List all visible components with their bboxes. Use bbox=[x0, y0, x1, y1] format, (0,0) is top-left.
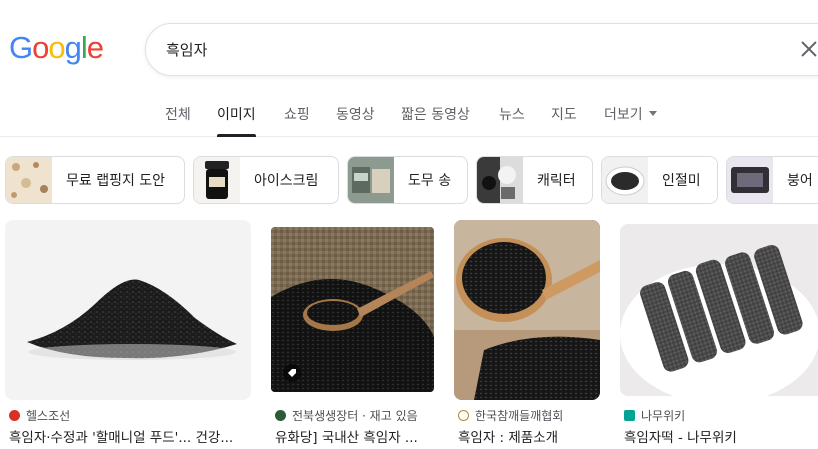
search-bar bbox=[145, 23, 818, 76]
chip-label: 붕어 bbox=[787, 173, 813, 189]
namuwiki-icon bbox=[624, 410, 635, 421]
chip-bungeo[interactable]: 붕어 bbox=[726, 156, 818, 204]
chip-injeolmi[interactable]: 인절미 bbox=[601, 156, 718, 204]
tab-shopping[interactable]: 쇼핑 bbox=[284, 104, 310, 137]
result-title[interactable]: 흑임자·수정과 '할매니얼 푸드'... 건강... bbox=[9, 426, 251, 446]
result-title[interactable]: 흑임자떡 - 나무위키 bbox=[624, 426, 818, 446]
logo-letter-o1: o bbox=[32, 30, 49, 65]
source-label: 전북생생장터 · 재고 있음 bbox=[292, 409, 418, 423]
tab-maps[interactable]: 지도 bbox=[551, 104, 577, 137]
tab-images[interactable]: 이미지 bbox=[217, 104, 256, 137]
tab-videos[interactable]: 동영상 bbox=[336, 104, 375, 137]
source-label: 한국참깨들깨협회 bbox=[475, 409, 564, 423]
chip-character[interactable]: 캐릭터 bbox=[476, 156, 593, 204]
chip-ice-cream[interactable]: 아이스크림 bbox=[193, 156, 339, 204]
result-source: 한국참깨들깨협회 bbox=[458, 407, 563, 424]
chip-label: 무료 랩핑지 도안 bbox=[66, 173, 166, 189]
chip-wrapping-paper[interactable]: 무료 랩핑지 도안 bbox=[5, 156, 185, 204]
result-image-heukimja-tteok[interactable] bbox=[620, 224, 818, 396]
logo-letter-g: G bbox=[9, 30, 33, 65]
logo-letter-g2: g bbox=[64, 30, 82, 65]
chip-thumb-injeolmi bbox=[602, 157, 648, 203]
chip-thumb-bungeo bbox=[727, 157, 773, 203]
result-title[interactable]: 흑임자 : 제품소개 bbox=[458, 426, 600, 446]
chip-thumb-packages bbox=[348, 157, 394, 203]
source-label: 나무위키 bbox=[641, 409, 686, 423]
google-logo[interactable]: Google bbox=[9, 28, 104, 68]
result-source: 나무위키 bbox=[624, 407, 685, 424]
tab-news[interactable]: 뉴스 bbox=[499, 104, 525, 137]
tab-short-videos[interactable]: 짧은 동영상 bbox=[401, 104, 470, 137]
shopping-tag-icon bbox=[283, 364, 301, 382]
chip-thumb-pattern bbox=[6, 157, 52, 203]
chip-thumb-icecream bbox=[194, 157, 240, 203]
result-image-sesame-pile[interactable] bbox=[5, 220, 251, 400]
result-source: 전북생생장터 · 재고 있음 bbox=[275, 407, 418, 424]
result-image-sesame-wooden-spoon[interactable] bbox=[454, 220, 600, 400]
jeonbuk-market-icon bbox=[275, 410, 286, 421]
chip-domu-song[interactable]: 도무 송 bbox=[347, 156, 468, 204]
tab-all[interactable]: 전체 bbox=[165, 104, 191, 137]
chip-label: 도무 송 bbox=[408, 173, 452, 189]
result-source: 헬스조선 bbox=[9, 407, 70, 424]
logo-letter-o2: o bbox=[48, 30, 65, 65]
chip-label: 캐릭터 bbox=[537, 173, 576, 189]
logo-letter-e: e bbox=[86, 30, 104, 65]
search-tabs: 전체 이미지 쇼핑 동영상 짧은 동영상 뉴스 지도 더보기 bbox=[0, 96, 818, 137]
chip-label: 인절미 bbox=[662, 173, 701, 189]
healthchosun-icon bbox=[9, 410, 20, 421]
clear-search-icon[interactable] bbox=[798, 38, 818, 60]
result-image-sesame-spoon[interactable] bbox=[271, 227, 434, 392]
search-input[interactable] bbox=[166, 24, 766, 75]
source-label: 헬스조선 bbox=[26, 409, 71, 423]
sesame-association-icon bbox=[458, 410, 469, 421]
caret-down-icon bbox=[648, 110, 657, 116]
chip-thumb-character bbox=[477, 157, 523, 203]
chip-label: 아이스크림 bbox=[254, 173, 319, 189]
result-title[interactable]: 유화당] 국내산 흑임자 ... bbox=[275, 426, 435, 446]
tab-more[interactable]: 더보기 bbox=[604, 104, 657, 137]
